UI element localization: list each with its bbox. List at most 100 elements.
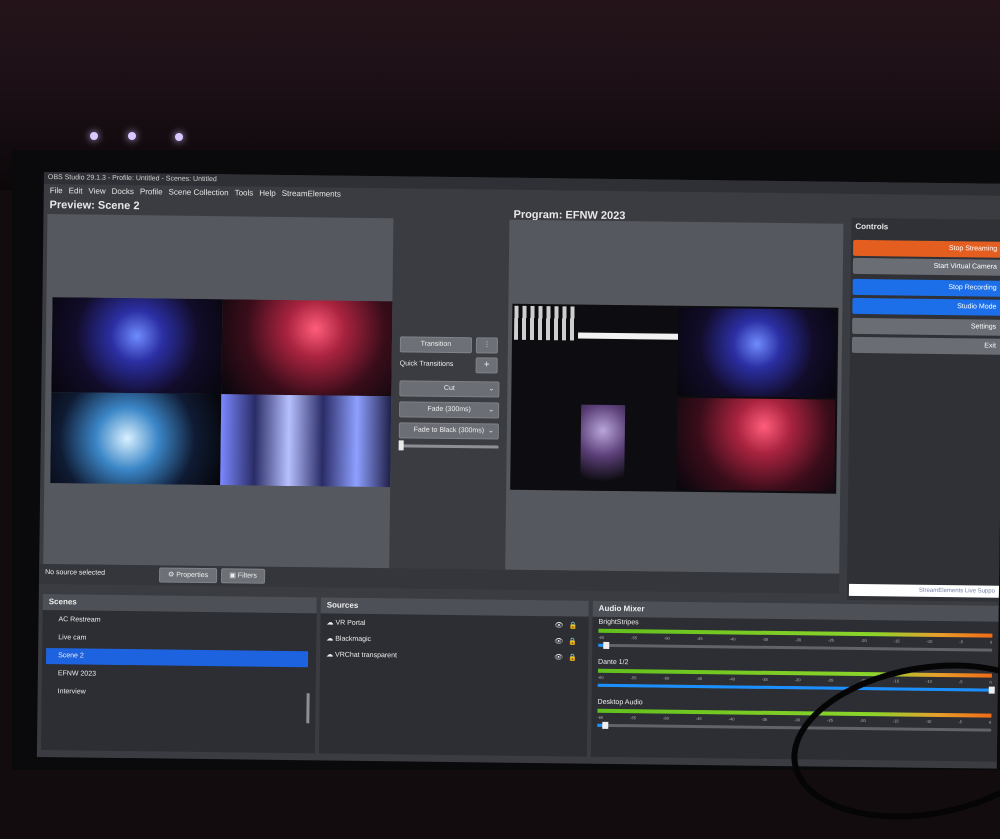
meter-tick-label: -50 (663, 635, 670, 641)
more-options-icon[interactable]: ⋮ (475, 337, 499, 354)
menu-item[interactable]: Profile (140, 187, 163, 196)
meter-tick-label: -55 (631, 635, 637, 641)
camera-feed-stage-blue (677, 307, 837, 398)
meter-tick-label: -25 (828, 637, 834, 643)
meter-tick-label: -45 (695, 716, 702, 722)
chevron-down-icon: ⌄ (487, 427, 494, 435)
menu-item[interactable]: View (88, 187, 105, 196)
camera-feed-stage-lights (50, 392, 222, 486)
lock-icon[interactable]: 🔒 (568, 634, 577, 650)
mixer-channel-name: Desktop Audio (597, 698, 643, 707)
meter-tick-label: -35 (761, 716, 768, 722)
visibility-eye-icon[interactable]: 👁 (554, 634, 563, 650)
source-label: VR Portal (335, 619, 366, 627)
window-title: OBS Studio 29.1.3 - Profile: Untitled - … (47, 174, 217, 184)
menu-item[interactable]: Help (259, 189, 276, 198)
exit-button[interactable]: Exit (851, 336, 1000, 355)
filters-button[interactable]: ▣ Filters (220, 568, 266, 584)
scene-item[interactable]: Interview (46, 684, 308, 703)
source-type-icon: ☁ (326, 635, 336, 643)
option-label: Cut (443, 384, 455, 393)
logo-graphic (513, 305, 577, 341)
meter-tick-label: -20 (860, 638, 867, 644)
filter-icon: ▣ (229, 572, 236, 580)
source-type-icon: ☁ (326, 651, 336, 659)
meter-tick-label: -55 (630, 675, 637, 681)
studio-mode-button[interactable]: Studio Mode (852, 297, 1000, 316)
option-label: Fade (300ms) (427, 405, 471, 414)
menu-item[interactable]: Docks (112, 187, 134, 196)
volume-slider-handle[interactable] (603, 641, 610, 649)
program-canvas (505, 219, 844, 574)
meter-tick-label: -50 (663, 715, 669, 721)
transition-button[interactable]: Transition (399, 336, 473, 354)
camera-feed-stage-red (676, 397, 836, 492)
audio-mixer-title: Audio Mixer (592, 600, 999, 622)
meter-tick-label: -55 (630, 715, 637, 721)
meter-tick-label: 0 (990, 639, 993, 645)
meter-tick-label: -5 (959, 639, 964, 645)
lock-icon[interactable]: 🔒 (568, 650, 577, 666)
transition-option-fade[interactable]: Fade (300ms) ⌄ (399, 401, 500, 419)
meter-tick-label: -10 (926, 638, 933, 644)
slider-handle[interactable] (398, 440, 404, 451)
chevron-down-icon: ⌄ (488, 385, 495, 393)
preview-title: Preview: Scene 2 (49, 199, 140, 213)
meter-tick-label: -40 (729, 676, 735, 682)
volume-slider-handle[interactable] (602, 721, 609, 729)
ceiling-light (128, 132, 136, 140)
meter-tick-label: -35 (762, 636, 769, 642)
scene-item[interactable]: AC Restream (46, 612, 308, 631)
start-virtual-camera-button[interactable]: Start Virtual Camera (852, 257, 1000, 276)
meter-tick-label: -30 (794, 677, 801, 683)
scene-item[interactable]: Scene 2 (45, 648, 309, 668)
scene-item[interactable]: EFNW 2023 (46, 666, 308, 685)
camera-feed-stage-red (221, 299, 393, 397)
ceiling-light (90, 132, 98, 140)
option-label: Fade to Black (300ms) (413, 426, 485, 435)
add-transition-icon[interactable]: + (475, 357, 498, 374)
source-item[interactable]: ☁ VRChat transparent 👁 🔒 (326, 647, 577, 666)
performer-overlay (580, 404, 626, 492)
scene-item[interactable]: Live cam (46, 630, 308, 649)
menu-item[interactable]: Tools (235, 188, 254, 197)
lower-bar-graphic (578, 332, 679, 340)
meter-tick-label: -40 (729, 636, 736, 642)
meter-tick-label: -60 (597, 714, 604, 720)
visibility-eye-icon[interactable]: 👁 (554, 618, 563, 634)
menu-item[interactable]: File (50, 186, 63, 195)
meter-tick-label: -15 (893, 638, 900, 644)
meter-tick-label: -60 (597, 674, 604, 680)
menu-item[interactable]: Edit (69, 186, 83, 195)
preview-video (50, 297, 393, 488)
camera-feed-stage-blue (51, 297, 223, 395)
visibility-eye-icon[interactable]: 👁 (554, 650, 563, 666)
menu-item[interactable]: StreamElements (282, 189, 341, 199)
transition-option-fade-to-black[interactable]: Fade to Black (300ms) ⌄ (398, 422, 499, 440)
controls-title: Controls (855, 221, 889, 232)
meter-tick-label: -45 (696, 636, 703, 642)
transition-panel: Transition ⋮ Quick Transitions + Cut ⌄ Fa… (398, 218, 505, 451)
ceiling-light (175, 133, 183, 141)
lock-icon[interactable]: 🔒 (568, 618, 577, 634)
sources-title: Sources (320, 597, 589, 617)
no-source-label: No source selected (45, 569, 106, 577)
stop-recording-button[interactable]: Stop Recording (852, 278, 1000, 297)
filters-label: Filters (237, 572, 257, 580)
transition-option-cut[interactable]: Cut ⌄ (399, 380, 500, 398)
properties-button[interactable]: ⚙ Properties (158, 567, 218, 584)
properties-label: Properties (176, 571, 209, 580)
volume-slider[interactable] (598, 641, 993, 652)
scenes-scrollbar[interactable] (306, 693, 310, 724)
meter-tick-label: -25 (827, 677, 834, 683)
chevron-down-icon: ⌄ (488, 406, 495, 414)
settings-button[interactable]: Settings (852, 317, 1000, 336)
preview-canvas[interactable] (43, 214, 394, 569)
meter-tick-label: -60 (598, 634, 605, 640)
menu-item[interactable]: Scene Collection (169, 188, 229, 198)
streamelements-footer[interactable]: StreamElements Live Suppo (848, 583, 1000, 598)
stop-streaming-button[interactable]: Stop Streaming (853, 239, 1000, 258)
transition-slider[interactable] (398, 440, 499, 451)
mixer-channel-name: Dante 1/2 (598, 658, 629, 667)
gear-icon: ⚙ (167, 571, 175, 579)
